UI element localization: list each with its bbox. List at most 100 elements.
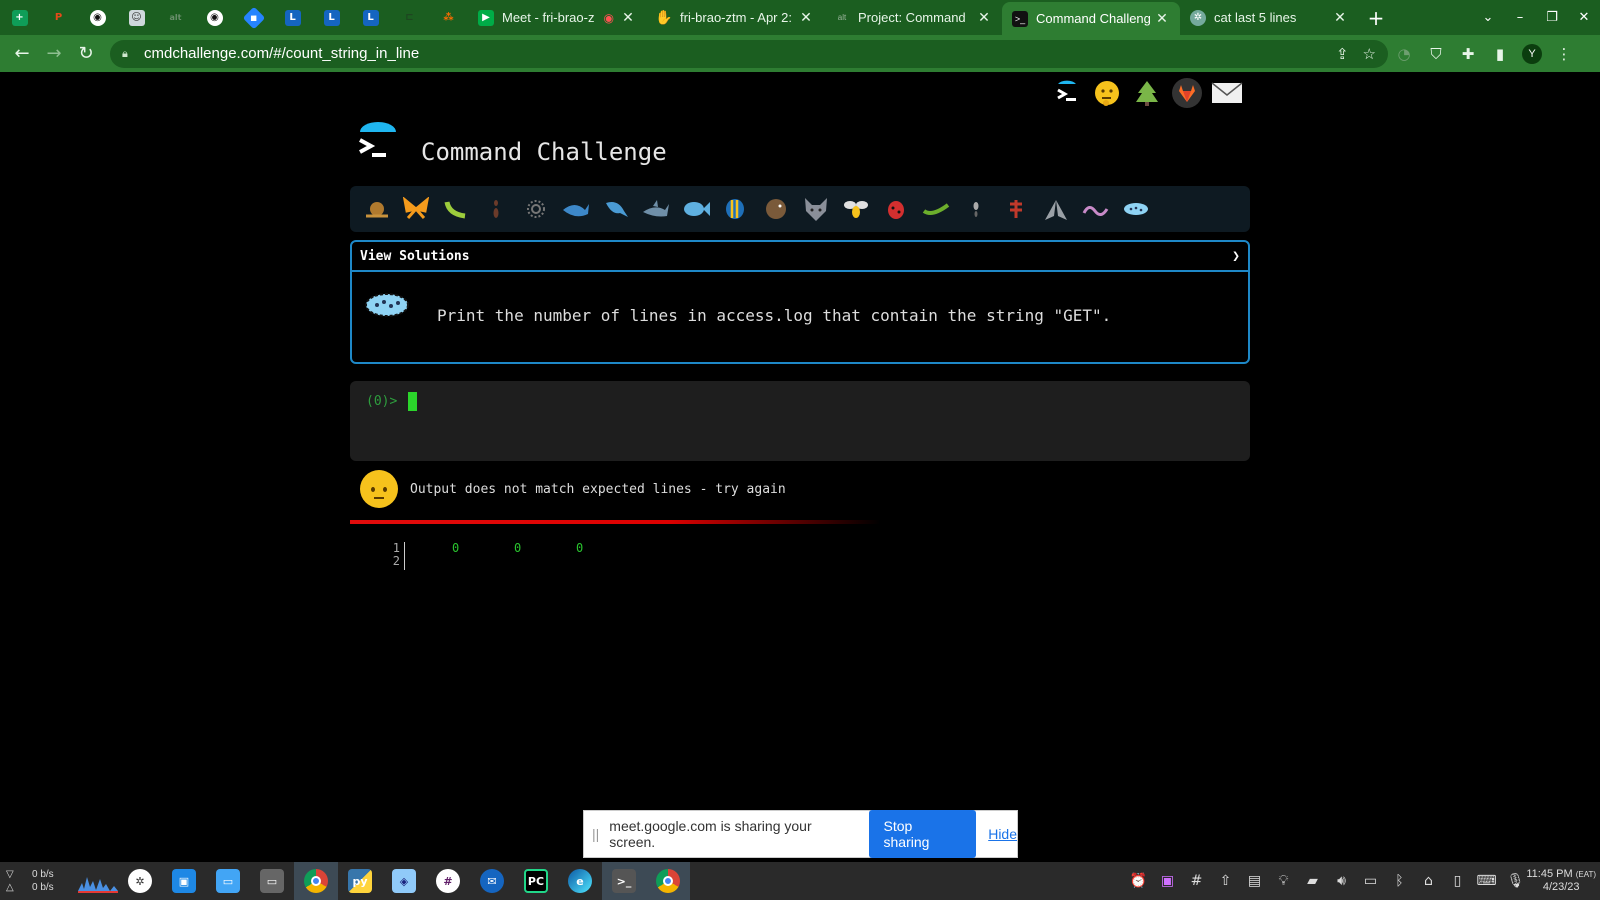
keyboard-icon[interactable]: ⌨: [1472, 873, 1501, 889]
side-panel-icon[interactable]: ▮: [1484, 45, 1516, 63]
dolphin-icon[interactable]: [596, 191, 636, 227]
clock[interactable]: 11:45 PM (EAT) 4/23/23: [1526, 868, 1596, 894]
reload-icon[interactable]: ↻: [70, 43, 102, 64]
pinned-tab-web-1[interactable]: ◉: [78, 0, 117, 35]
alarm-icon[interactable]: ⏰: [1124, 873, 1153, 889]
shield-icon[interactable]: ⛉: [1420, 45, 1452, 63]
snake-icon[interactable]: [1076, 191, 1116, 227]
taskbar-app-terminal[interactable]: >_: [602, 862, 646, 900]
pinned-tab-flag[interactable]: P: [39, 0, 78, 35]
volume-icon[interactable]: 🔊︎: [1327, 873, 1356, 889]
taskbar-app-launcher[interactable]: ✲: [118, 862, 162, 900]
fly-icon[interactable]: [1036, 191, 1076, 227]
update-icon[interactable]: ⇧: [1211, 873, 1240, 889]
tree-icon[interactable]: [1130, 76, 1164, 110]
thinking-face-icon[interactable]: [1090, 76, 1124, 110]
minimize-icon[interactable]: –: [1504, 10, 1536, 25]
extension-icon[interactable]: ◔: [1388, 45, 1420, 63]
close-icon[interactable]: ✕: [1332, 9, 1348, 26]
profile-avatar[interactable]: Y: [1522, 43, 1542, 64]
pinned-tab-jira[interactable]: ◆: [234, 0, 273, 35]
usb-icon[interactable]: ⌂: [1414, 873, 1443, 889]
new-tab-button[interactable]: +: [1358, 6, 1394, 30]
gitlab-icon[interactable]: [1170, 76, 1204, 110]
tab-chatgpt[interactable]: ✲ cat last 5 lines ✕: [1180, 0, 1358, 35]
close-icon[interactable]: ✕: [620, 9, 636, 26]
ant-icon[interactable]: [476, 191, 516, 227]
close-icon[interactable]: ✕: [976, 9, 992, 26]
url-input[interactable]: 🔒︎ cmdchallenge.com/#/count_string_in_li…: [110, 39, 1388, 68]
pinned-tab-sheets[interactable]: +: [0, 0, 39, 35]
forward-icon[interactable]: →: [38, 43, 70, 64]
pinned-tab-l-2[interactable]: L: [312, 0, 351, 35]
tab-fri-brao[interactable]: ✋ fri-brao-ztm - Apr 2: ✕: [646, 0, 824, 35]
bluetooth-icon[interactable]: ᛒ: [1385, 873, 1414, 889]
challenge-body: Print the number of lines in access.log …: [352, 272, 1248, 362]
taskbar-app-chrome-2[interactable]: [646, 862, 690, 900]
bee-icon[interactable]: [836, 191, 876, 227]
scorpion-icon[interactable]: [996, 191, 1036, 227]
caterpillar-icon[interactable]: [436, 191, 476, 227]
stop-sharing-button[interactable]: Stop sharing: [868, 810, 977, 858]
network-speed: ▽ △ 0 b/s 0 b/s: [0, 868, 72, 894]
battery-icon[interactable]: ▭: [1356, 873, 1385, 889]
fish-icon[interactable]: [676, 191, 716, 227]
pinned-tab-web-2[interactable]: ◉: [195, 0, 234, 35]
tab-command-challenge[interactable]: >_ Command Challeng ✕: [1002, 2, 1180, 35]
hide-link[interactable]: Hide: [988, 826, 1017, 842]
taskbar-app-slack[interactable]: #: [426, 862, 470, 900]
taskbar-app-edge[interactable]: e: [558, 862, 602, 900]
pinned-tab-l-3[interactable]: L: [351, 0, 390, 35]
taskbar-app-store[interactable]: ▣: [162, 862, 206, 900]
butterfly-icon[interactable]: [396, 191, 436, 227]
wolf-icon[interactable]: [796, 191, 836, 227]
ladybug-icon[interactable]: [876, 191, 916, 227]
tab-project[interactable]: alt Project: Command ✕: [824, 0, 1002, 35]
taskbar-app-python[interactable]: py: [338, 862, 382, 900]
worm-icon[interactable]: [916, 191, 956, 227]
shark-icon[interactable]: [636, 191, 676, 227]
folder-tray-icon[interactable]: ▰: [1298, 873, 1327, 889]
tab-meet[interactable]: ▶ Meet - fri-brao-z ◉ ✕: [468, 0, 646, 35]
terminal-logo-icon[interactable]: [1050, 76, 1084, 110]
taskbar-app-files[interactable]: ▭: [206, 862, 250, 900]
extensions-puzzle-icon[interactable]: ✚: [1452, 45, 1484, 63]
url-text: cmdchallenge.com/#/count_string_in_line: [144, 45, 420, 62]
share-icon[interactable]: ⇪: [1336, 45, 1349, 63]
taskbar-app-window[interactable]: ▭: [250, 862, 294, 900]
snail-icon[interactable]: [356, 191, 396, 227]
slack-tray-icon[interactable]: #: [1182, 873, 1211, 889]
bulb-icon[interactable]: 💡︎: [1269, 873, 1298, 889]
pinned-tab-alt[interactable]: alt: [156, 0, 195, 35]
blowfish-icon[interactable]: [756, 191, 796, 227]
taskbar-app-box[interactable]: ◈: [382, 862, 426, 900]
pinned-tab-l-1[interactable]: L: [273, 0, 312, 35]
mail-icon[interactable]: [1210, 76, 1244, 110]
clipboard-icon[interactable]: ▤: [1240, 873, 1269, 889]
taskbar-app-chrome[interactable]: [294, 862, 338, 900]
whale-icon[interactable]: [556, 191, 596, 227]
taskbar-app-mail[interactable]: ✉: [470, 862, 514, 900]
close-window-icon[interactable]: ✕: [1568, 10, 1600, 25]
shell-icon[interactable]: [516, 191, 556, 227]
drag-handle-icon[interactable]: ||: [592, 826, 599, 842]
tab-search-icon[interactable]: ⌄: [1472, 10, 1504, 25]
bookmark-star-icon[interactable]: ☆: [1363, 45, 1376, 63]
view-solutions-toggle[interactable]: View Solutions ❯: [352, 242, 1248, 272]
pinned-tab-profile[interactable]: ☺: [117, 0, 156, 35]
microbe-icon[interactable]: [1116, 191, 1156, 227]
terminal-input[interactable]: (0)>: [350, 381, 1250, 461]
system-monitor-icon[interactable]: [78, 869, 118, 893]
taskbar-app-pycharm[interactable]: PC: [514, 862, 558, 900]
pinned-tab-classroom[interactable]: ⊏: [390, 0, 429, 35]
pinned-tab-orange[interactable]: ⁂: [429, 0, 468, 35]
close-icon[interactable]: ✕: [1154, 10, 1170, 27]
app-tray-icon[interactable]: ▣: [1153, 873, 1182, 889]
close-icon[interactable]: ✕: [798, 9, 814, 26]
drive-icon[interactable]: ▯: [1443, 873, 1472, 889]
tropical-fish-icon[interactable]: [716, 191, 756, 227]
back-icon[interactable]: ←: [6, 43, 38, 64]
small-bug-icon[interactable]: [956, 191, 996, 227]
restore-icon[interactable]: ❐: [1536, 10, 1568, 25]
menu-kebab-icon[interactable]: ⋮: [1548, 45, 1580, 63]
